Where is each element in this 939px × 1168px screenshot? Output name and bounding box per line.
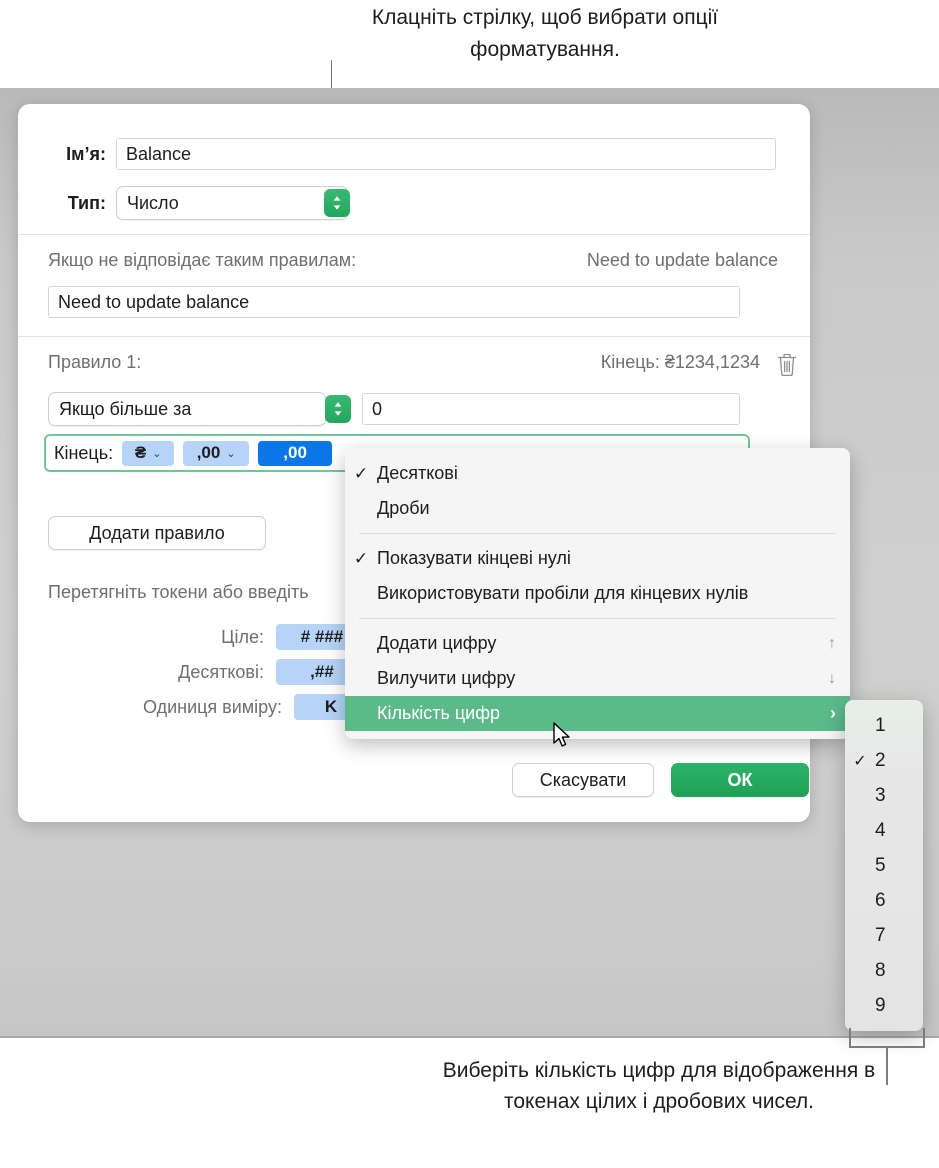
checkmark-icon: ✓ [353, 463, 369, 483]
menu-item[interactable]: Використовувати пробіли для кінцевих нул… [345, 576, 850, 611]
submenu-item-label: 8 [875, 959, 886, 981]
menu-item-label: Показувати кінцеві нулі [377, 548, 571, 568]
mismatch-label: Якщо не відповідає таким правилам: [48, 250, 357, 270]
menu-item[interactable]: Дроби [345, 491, 850, 526]
type-popup-button[interactable]: Число [116, 186, 348, 220]
menu-separator [359, 533, 836, 534]
chevron-down-icon: ⌄ [226, 447, 236, 460]
mismatch-preview: Need to update balance [586, 250, 778, 270]
name-row: Ім’я: Balance [18, 138, 778, 170]
chevron-right-icon: › [830, 703, 836, 723]
condition-stepper-icon[interactable] [325, 395, 351, 423]
submenu-item-label: 5 [875, 854, 886, 876]
submenu-item-label: 2 [875, 749, 886, 771]
chevron-down-icon: ⌄ [152, 447, 162, 460]
rule-header-row: Правило 1: Кінець: ₴1234,1234 [48, 352, 760, 373]
menu-separator [359, 618, 836, 619]
rule-preview: Кінець: ₴1234,1234 [600, 352, 760, 372]
drag-hint-label: Перетягніть токени або введіть [48, 582, 309, 602]
format-row-unit-label: Одиниця виміру: [142, 696, 282, 717]
mismatch-header-row: Якщо не відповідає таким правилам: Need … [48, 250, 778, 271]
digit-count-submenu: 1 ✓ 2 3 4 5 6 7 8 9 [845, 700, 923, 1031]
bottom-callout-text: Виберіть кількість цифр для відображення… [442, 1059, 876, 1113]
top-callout-text: Клацніть стрілку, щоб вибрати опції форм… [371, 6, 719, 61]
submenu-item-label: 6 [875, 889, 886, 911]
format-row-integer-label: Ціле: [221, 626, 264, 647]
token-decimals[interactable]: ,00 ⌄ [183, 440, 250, 466]
bottom-callout-bracket-right-tick [923, 1028, 925, 1048]
name-label: Ім’я: [66, 143, 106, 164]
mouse-cursor [553, 722, 573, 750]
menu-item[interactable]: Вилучити цифру ↓ [345, 661, 850, 696]
checkmark-icon: ✓ [353, 548, 369, 568]
submenu-item-label: 3 [875, 784, 886, 806]
section-divider-2 [18, 336, 810, 337]
token-currency[interactable]: ₴ ⌄ [122, 440, 175, 466]
menu-item[interactable]: Кількість цифр › [345, 696, 850, 731]
format-options-menu: ✓ Десяткові Дроби ✓ Показувати кінцеві нулі В… [345, 448, 850, 739]
menu-item-label: Кількість цифр [377, 703, 501, 723]
type-label: Тип: [67, 192, 106, 213]
submenu-item-label: 1 [875, 714, 886, 736]
submenu-item[interactable]: 6 [845, 883, 923, 918]
name-input[interactable]: Balance [116, 138, 776, 170]
format-row-decimal-label: Десяткові: [178, 661, 264, 682]
submenu-item-label: 4 [875, 819, 886, 841]
arrow-down-icon: ↓ [828, 669, 836, 687]
token-strip-label: Кінець: [54, 442, 114, 463]
token-currency-text: ₴ [134, 443, 147, 462]
section-divider-1 [18, 234, 810, 235]
submenu-item[interactable]: 9 [845, 988, 923, 1023]
menu-item-label: Додати цифру [377, 633, 497, 653]
ok-button[interactable]: ОК [671, 763, 809, 797]
submenu-item[interactable]: 1 [845, 708, 923, 743]
token-decimals-selected[interactable]: ,00 [258, 440, 333, 466]
menu-item-label: Дроби [377, 498, 430, 518]
submenu-item[interactable]: 8 [845, 953, 923, 988]
submenu-item[interactable]: 4 [845, 813, 923, 848]
cancel-button[interactable]: Скасувати [512, 763, 654, 797]
menu-item-label: Десяткові [377, 463, 458, 483]
format-row-integer: Ціле: # ### [48, 624, 368, 650]
rule-label: Правило 1: [48, 352, 142, 372]
menu-item[interactable]: ✓ Десяткові [345, 456, 850, 491]
token-decimals-text: ,00 [196, 443, 221, 462]
menu-item-label: Вилучити цифру [377, 668, 516, 688]
type-row: Тип: Число [18, 186, 778, 220]
menu-item[interactable]: ✓ Показувати кінцеві нулі [345, 541, 850, 576]
submenu-item[interactable]: 3 [845, 778, 923, 813]
condition-popup-button[interactable]: Якщо більше за [48, 392, 326, 426]
checkmark-icon: ✓ [853, 752, 867, 770]
menu-item-label: Використовувати пробіли для кінцевих нул… [377, 583, 749, 603]
add-rule-button[interactable]: Додати правило [48, 516, 266, 550]
submenu-item-label: 9 [875, 994, 886, 1016]
format-row-decimal: Десяткові: ,## [48, 659, 368, 685]
trash-icon[interactable] [776, 352, 798, 382]
condition-value-input[interactable]: 0 [362, 393, 740, 425]
format-row-unit: Одиниця виміру: K [48, 694, 368, 720]
submenu-item[interactable]: 7 [845, 918, 923, 953]
bottom-callout-bracket-left-tick [849, 1028, 851, 1048]
arrow-up-icon: ↑ [828, 634, 836, 652]
menu-item[interactable]: Додати цифру ↑ [345, 626, 850, 661]
type-stepper-icon[interactable] [324, 189, 350, 217]
submenu-item-label: 7 [875, 924, 886, 946]
token-decimals-selected-text: ,00 [283, 443, 307, 462]
submenu-item[interactable]: 5 [845, 848, 923, 883]
submenu-item[interactable]: ✓ 2 [845, 743, 923, 778]
mismatch-input[interactable]: Need to update balance [48, 286, 740, 318]
